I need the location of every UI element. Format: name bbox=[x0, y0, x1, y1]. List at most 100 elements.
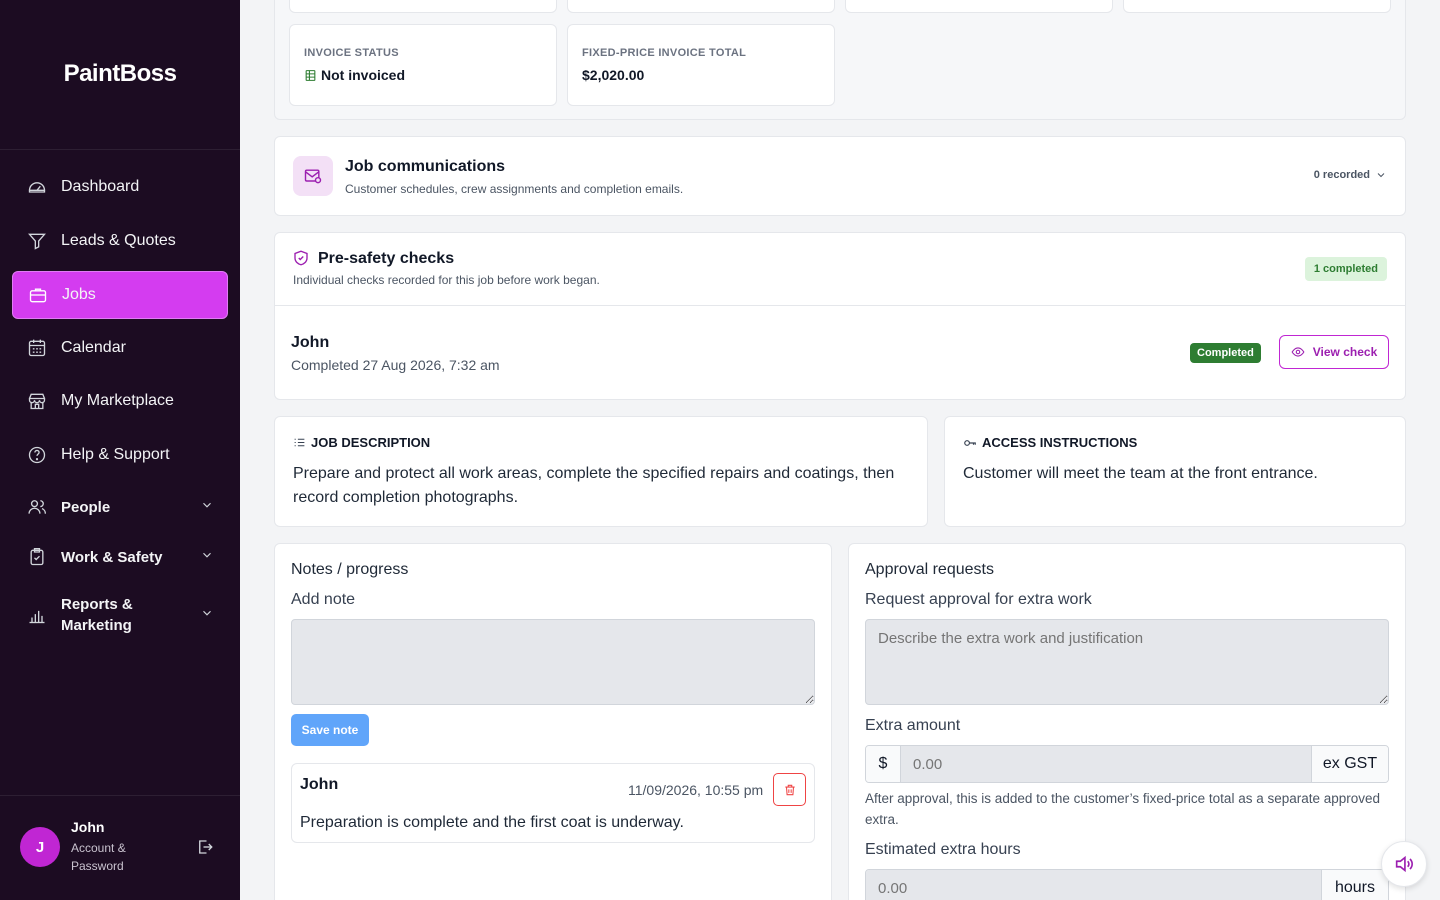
extra-hours-label: Estimated extra hours bbox=[865, 841, 1021, 858]
check-status-badge: Completed bbox=[1190, 343, 1261, 363]
divider bbox=[275, 305, 1405, 306]
view-check-label: View check bbox=[1312, 345, 1378, 359]
sidebar-item-help[interactable]: Help & Support bbox=[12, 431, 228, 479]
sidebar-group-work-safety[interactable]: Work & Safety bbox=[12, 533, 228, 581]
note-timestamp: 11/09/2026, 10:55 pm bbox=[628, 782, 764, 798]
app-logo[interactable]: PaintBoss bbox=[0, 60, 240, 88]
job-summary-panel: Invoice status Not invoiced Fixed-price … bbox=[274, 0, 1406, 120]
extra-amount-label: Extra amount bbox=[865, 717, 961, 734]
safety-completed-badge: 1 completed bbox=[1304, 257, 1387, 281]
sidebar-item-marketplace[interactable]: My Marketplace bbox=[12, 377, 228, 425]
bar-chart-icon bbox=[26, 604, 48, 626]
sidebar-divider bbox=[0, 149, 240, 150]
sidebar-group-reports-marketing[interactable]: Reports & Marketing bbox=[12, 590, 228, 640]
summary-card bbox=[1123, 0, 1391, 13]
list-icon bbox=[293, 436, 306, 449]
summary-card bbox=[567, 0, 835, 13]
calendar-icon bbox=[26, 337, 48, 359]
job-communications-panel[interactable]: Job communications Customer schedules, c… bbox=[274, 136, 1406, 216]
communications-count: 0 recorded bbox=[1313, 169, 1370, 181]
sidebar-item-label: Calendar bbox=[61, 339, 126, 356]
help-circle-icon bbox=[26, 444, 48, 466]
summary-card bbox=[845, 0, 1113, 13]
gst-suffix: ex GST bbox=[1311, 746, 1388, 782]
currency-prefix: $ bbox=[866, 746, 901, 782]
briefcase-icon bbox=[27, 284, 49, 306]
invoice-total-label: Fixed-price invoice total bbox=[582, 47, 747, 59]
job-description-title: JOB DESCRIPTION bbox=[311, 435, 431, 450]
invoice-status-card: Invoice status Not invoiced bbox=[289, 24, 557, 106]
request-approval-label: Request approval for extra work bbox=[865, 591, 1092, 608]
dashboard-gauge-icon bbox=[26, 176, 48, 198]
safety-subtitle: Individual checks recorded for this job … bbox=[293, 273, 600, 287]
job-description-text: Prepare and protect all work areas, comp… bbox=[293, 465, 895, 506]
delete-note-button[interactable] bbox=[773, 773, 806, 806]
approval-title: Approval requests bbox=[865, 561, 994, 578]
sidebar-group-label: Work & Safety bbox=[61, 548, 163, 566]
sidebar-item-label: Help & Support bbox=[61, 446, 170, 463]
access-instructions-card: ACCESS INSTRUCTIONS Customer will meet t… bbox=[944, 416, 1406, 527]
logout-icon[interactable] bbox=[196, 838, 214, 861]
approval-requests-panel: Approval requests Request approval for e… bbox=[848, 543, 1406, 900]
sidebar-item-jobs[interactable]: Jobs bbox=[12, 271, 228, 319]
invoice-sheet-icon bbox=[304, 69, 317, 82]
store-icon bbox=[26, 390, 48, 412]
eye-icon bbox=[1291, 345, 1305, 359]
sidebar-group-label: Reports & Marketing bbox=[61, 596, 133, 634]
speaker-icon bbox=[1393, 853, 1415, 875]
extra-amount-group: $ ex GST bbox=[865, 745, 1389, 783]
funnel-icon bbox=[26, 230, 48, 252]
amount-help-text: After approval, this is added to the cus… bbox=[865, 791, 1381, 827]
voice-assistant-button[interactable] bbox=[1381, 841, 1427, 887]
note-author: John bbox=[300, 776, 339, 793]
sidebar: PaintBoss Dashboard Leads & Quotes Jobs … bbox=[0, 0, 240, 900]
invoice-status-value: Not invoiced bbox=[321, 67, 406, 83]
communications-subtitle: Customer schedules, crew assignments and… bbox=[345, 182, 684, 196]
safety-title: Pre-safety checks bbox=[318, 250, 455, 267]
clipboard-check-icon bbox=[26, 546, 48, 568]
sidebar-item-label: Leads & Quotes bbox=[61, 232, 176, 249]
account-password-link[interactable]: Account & Password bbox=[71, 839, 161, 875]
note-entry: John 11/09/2026, 10:55 pm Preparation is… bbox=[291, 763, 815, 843]
hours-suffix: hours bbox=[1321, 870, 1388, 900]
extra-work-textarea[interactable] bbox=[865, 619, 1389, 705]
user-account-block[interactable]: J John Account & Password bbox=[0, 795, 240, 900]
sidebar-group-label: People bbox=[61, 498, 111, 516]
chevron-down-icon bbox=[200, 498, 214, 516]
communications-toggle[interactable]: 0 recorded bbox=[1314, 169, 1387, 181]
sidebar-item-dashboard[interactable]: Dashboard bbox=[12, 163, 228, 211]
chevron-down-icon bbox=[200, 606, 214, 624]
notes-panel: Notes / progress Add note Save note John… bbox=[274, 543, 832, 900]
sidebar-item-leads-quotes[interactable]: Leads & Quotes bbox=[12, 217, 228, 265]
extra-hours-input[interactable] bbox=[866, 870, 1321, 900]
user-name: John bbox=[71, 819, 105, 835]
people-icon bbox=[26, 496, 48, 518]
mail-settings-icon bbox=[293, 156, 333, 196]
chevron-down-icon bbox=[1375, 169, 1387, 181]
pre-safety-checks-panel: Pre-safety checks Individual checks reco… bbox=[274, 232, 1406, 400]
access-instructions-title: ACCESS INSTRUCTIONS bbox=[982, 435, 1138, 450]
check-author: John bbox=[291, 334, 330, 351]
view-check-button[interactable]: View check bbox=[1279, 335, 1389, 369]
trash-icon bbox=[783, 783, 797, 797]
check-completed-time: Completed 27 Aug 2026, 7:32 am bbox=[291, 357, 500, 373]
extra-amount-input[interactable] bbox=[901, 746, 1311, 782]
invoice-status-label: Invoice status bbox=[304, 47, 399, 59]
extra-hours-group: hours bbox=[865, 869, 1389, 900]
job-description-card: JOB DESCRIPTION Prepare and protect all … bbox=[274, 416, 928, 527]
sidebar-group-people[interactable]: People bbox=[12, 483, 228, 531]
avatar[interactable]: J bbox=[20, 827, 60, 867]
save-note-button[interactable]: Save note bbox=[291, 714, 369, 746]
sidebar-item-calendar[interactable]: Calendar bbox=[12, 324, 228, 372]
chevron-down-icon bbox=[200, 548, 214, 566]
communications-title: Job communications bbox=[345, 158, 506, 175]
sidebar-item-label: Dashboard bbox=[61, 178, 140, 195]
invoice-total-value: $2,020.00 bbox=[582, 67, 645, 83]
access-instructions-text: Customer will meet the team at the front… bbox=[963, 465, 1318, 482]
shield-check-icon bbox=[292, 249, 310, 267]
summary-card bbox=[289, 0, 557, 13]
notes-title: Notes / progress bbox=[291, 561, 409, 578]
sidebar-item-label: Jobs bbox=[62, 286, 96, 303]
sidebar-item-label: My Marketplace bbox=[61, 392, 174, 409]
note-textarea[interactable] bbox=[291, 619, 815, 705]
